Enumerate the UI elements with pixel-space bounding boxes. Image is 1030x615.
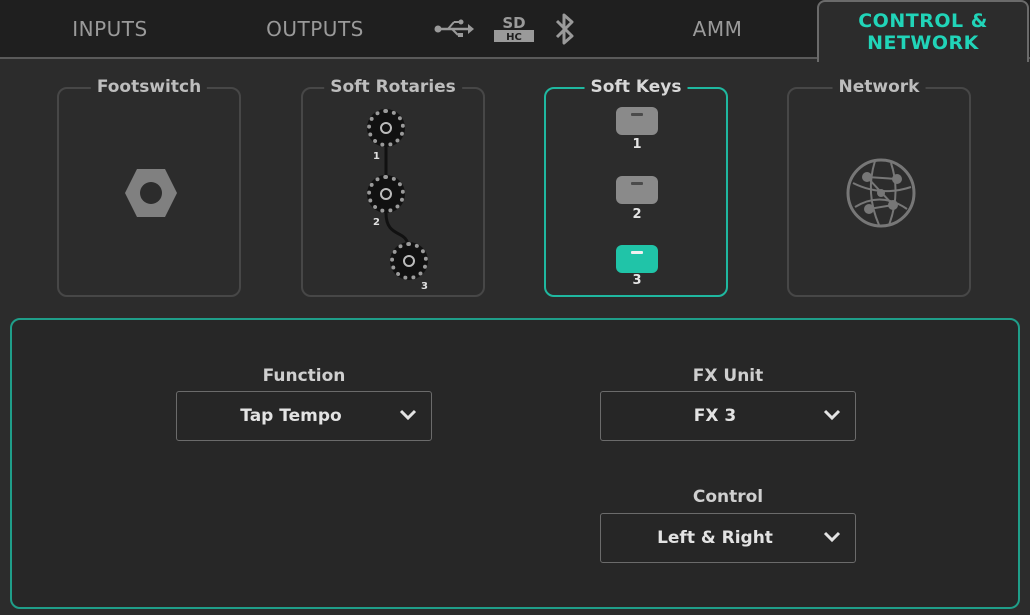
tab-outputs[interactable]: OUTPUTS — [240, 0, 390, 58]
footswitch-title: Footswitch — [90, 77, 208, 97]
soft-key-settings-panel — [10, 318, 1020, 609]
usb-icon[interactable] — [434, 19, 474, 43]
fx-unit-value: FX 3 — [693, 406, 737, 426]
soft-rotary-3[interactable] — [390, 242, 428, 280]
fx-unit-label: FX Unit — [692, 366, 764, 386]
soft-key-3[interactable] — [616, 245, 658, 273]
sdhc-icon[interactable]: SD HC — [492, 14, 536, 48]
soft-key-1-label: 1 — [632, 137, 642, 152]
network-globe-icon — [845, 157, 917, 233]
tab-control-network-line1: CONTROL & — [858, 10, 988, 32]
chevron-down-icon — [399, 409, 417, 421]
soft-key-2-label: 2 — [632, 207, 642, 222]
soft-rotary-1-label: 1 — [373, 151, 380, 162]
soft-keys-title: Soft Keys — [584, 77, 688, 97]
soft-rotary-3-label: 3 — [421, 281, 428, 292]
function-label: Function — [262, 366, 346, 386]
svg-text:HC: HC — [506, 32, 522, 43]
soft-rotary-2[interactable] — [367, 175, 405, 213]
soft-key-2[interactable] — [616, 176, 658, 204]
card-footswitch[interactable]: Footswitch — [57, 77, 241, 297]
tab-control-network[interactable]: CONTROL & NETWORK — [817, 0, 1029, 62]
soft-rotary-2-label: 2 — [373, 217, 380, 228]
control-dropdown[interactable]: Left & Right — [600, 513, 856, 563]
tab-control-network-line2: NETWORK — [867, 32, 979, 54]
control-label: Control — [692, 487, 764, 507]
network-title: Network — [832, 77, 926, 97]
chevron-down-icon — [823, 531, 841, 543]
soft-key-1[interactable] — [616, 107, 658, 135]
tab-amm[interactable]: AMM — [655, 0, 780, 58]
tab-media-icons: SD HC — [434, 12, 576, 50]
card-network[interactable]: Network — [787, 77, 971, 297]
chevron-down-icon — [823, 409, 841, 421]
card-soft-rotaries[interactable]: Soft Rotaries 1 2 3 — [301, 77, 485, 297]
tab-inputs[interactable]: INPUTS — [40, 0, 180, 58]
card-soft-keys[interactable]: Soft Keys 1 2 3 — [544, 77, 728, 297]
svg-text:SD: SD — [502, 14, 525, 32]
bluetooth-icon[interactable] — [554, 12, 576, 50]
fx-unit-dropdown[interactable]: FX 3 — [600, 391, 856, 441]
control-value: Left & Right — [657, 528, 773, 548]
function-value: Tap Tempo — [240, 406, 342, 426]
soft-rotary-1[interactable] — [367, 109, 405, 147]
soft-key-3-label: 3 — [632, 273, 642, 288]
footswitch-jack-icon — [123, 167, 179, 223]
function-dropdown[interactable]: Tap Tempo — [176, 391, 432, 441]
